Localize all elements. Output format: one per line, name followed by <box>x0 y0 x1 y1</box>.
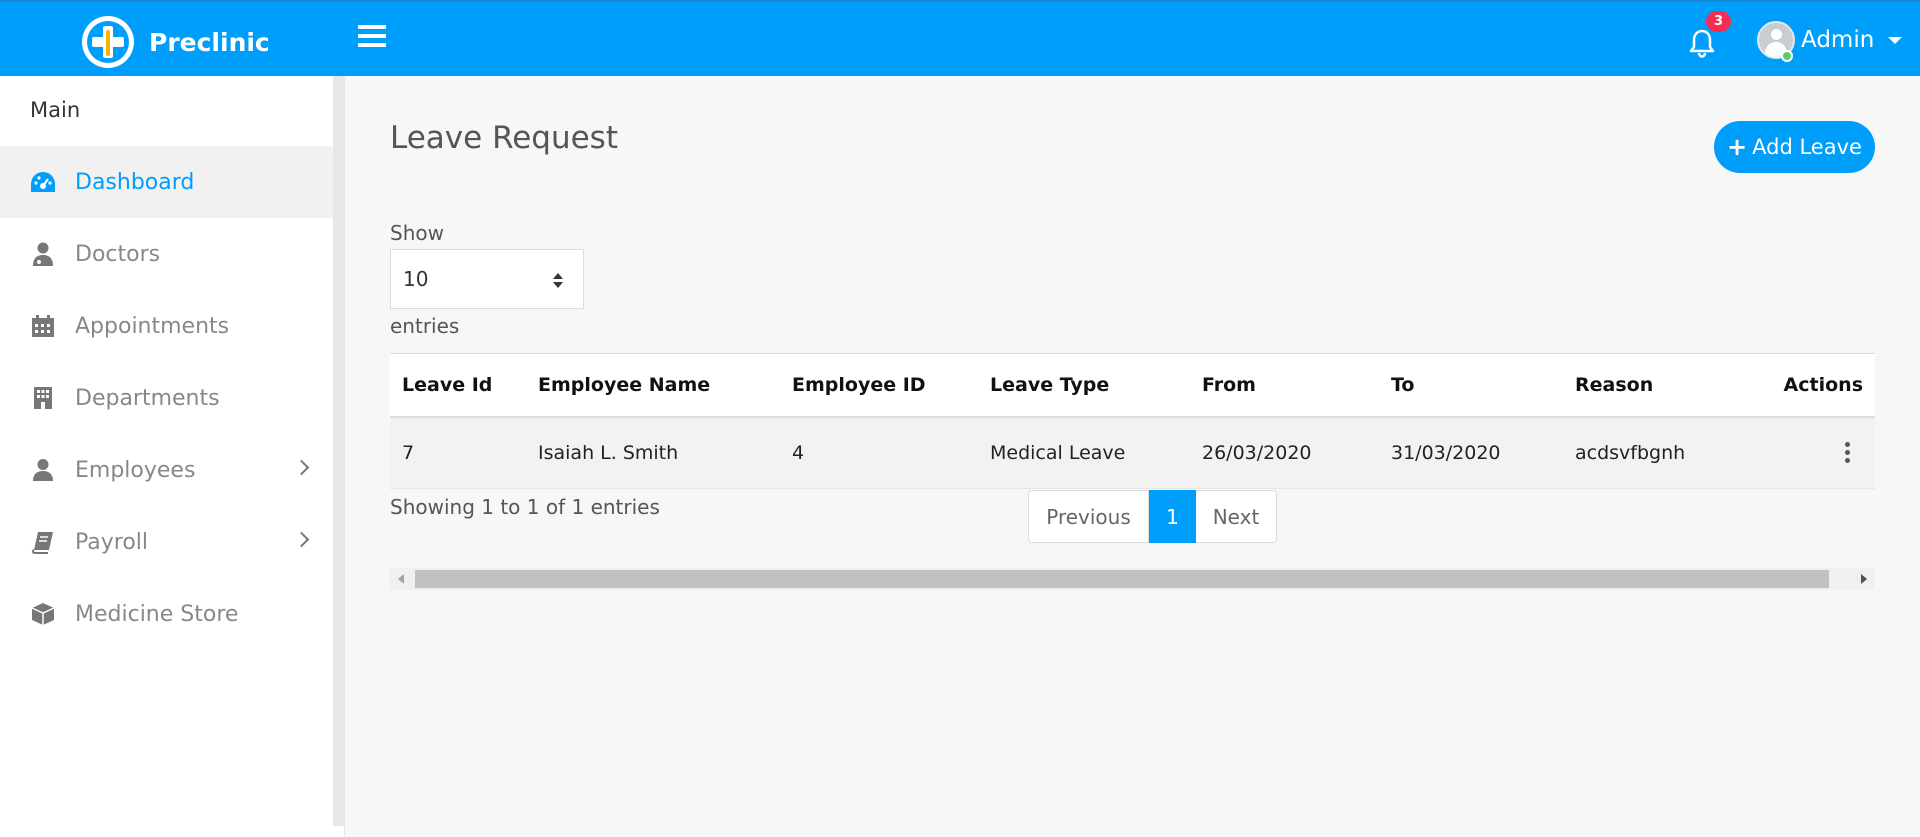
cell-employee-name: Isaiah L. Smith <box>526 416 780 489</box>
column-header[interactable]: Employee ID <box>780 353 978 418</box>
cell-reason: acdsvfbgnh <box>1563 416 1753 489</box>
column-header[interactable]: To <box>1379 353 1563 418</box>
chevron-right-icon <box>293 459 310 476</box>
cell-from: 26/03/2020 <box>1190 416 1379 489</box>
bell-icon[interactable] <box>1688 28 1716 58</box>
sidebar-item-label: Payroll <box>75 529 149 555</box>
cell-to: 31/03/2020 <box>1379 416 1563 489</box>
sidebar-item-label: Employees <box>75 457 196 483</box>
sidebar-item-label: Dashboard <box>75 169 195 195</box>
cell-actions <box>1753 416 1875 489</box>
page-1-button[interactable]: 1 <box>1149 490 1196 543</box>
column-header[interactable]: From <box>1190 353 1379 418</box>
show-label: Show <box>390 221 444 245</box>
dashboard-icon <box>30 169 56 195</box>
previous-page-button[interactable]: Previous <box>1028 490 1149 543</box>
column-header: Actions <box>1753 353 1875 418</box>
column-header[interactable]: Leave Id <box>390 353 526 418</box>
book-icon <box>30 529 56 555</box>
caret-down-icon <box>1888 36 1903 44</box>
online-status-dot <box>1781 50 1793 62</box>
user-name: Admin <box>1801 27 1875 53</box>
menu-toggle-icon[interactable] <box>358 25 386 51</box>
pagination: Previous 1 Next <box>1028 490 1277 543</box>
sidebar-item-employees[interactable]: Employees <box>0 434 333 506</box>
notification-badge: 3 <box>1706 11 1731 32</box>
sidebar-item-doctors[interactable]: Doctors <box>0 218 333 290</box>
sidebar: Main Dashboard Doctors Appointments Depa… <box>0 76 345 837</box>
calendar-icon <box>30 313 56 339</box>
top-header: Preclinic 3 Admin <box>0 0 1920 76</box>
column-header[interactable]: Reason <box>1563 353 1753 418</box>
cell-leave-id: 7 <box>390 416 526 489</box>
plus-icon: + <box>1727 133 1748 161</box>
add-leave-label: Add Leave <box>1752 135 1862 159</box>
cube-icon <box>30 601 56 627</box>
sidebar-item-departments[interactable]: Departments <box>0 362 333 434</box>
entries-label: entries <box>390 314 460 338</box>
more-vertical-icon[interactable] <box>1837 439 1857 467</box>
scroll-right-icon[interactable] <box>1861 574 1867 584</box>
sort-down-icon <box>553 282 563 288</box>
sidebar-item-label: Departments <box>75 385 220 411</box>
column-header[interactable]: Leave Type <box>978 353 1190 418</box>
sidebar-item-payroll[interactable]: Payroll <box>0 506 333 578</box>
building-icon <box>30 385 56 411</box>
app-name: Preclinic <box>149 27 270 57</box>
user-menu[interactable]: Admin <box>1757 21 1903 59</box>
sidebar-title: Main <box>30 98 81 122</box>
page-size-select[interactable]: 10 <box>390 249 584 309</box>
sidebar-item-label: Medicine Store <box>75 601 239 627</box>
sidebar-item-label: Appointments <box>75 313 230 339</box>
sidebar-scrollbar[interactable] <box>333 76 344 826</box>
table-header-row: Leave Id Employee Name Employee ID Leave… <box>390 353 1875 418</box>
doctor-icon <box>30 241 56 267</box>
page-size-value: 10 <box>403 267 429 291</box>
sidebar-item-medicine-store[interactable]: Medicine Store <box>0 578 333 650</box>
sort-up-icon <box>553 273 563 279</box>
sidebar-menu: Dashboard Doctors Appointments Departmen… <box>0 146 333 650</box>
chevron-right-icon <box>293 531 310 548</box>
add-leave-button[interactable]: + Add Leave <box>1714 121 1875 173</box>
scroll-left-icon[interactable] <box>398 574 404 584</box>
horizontal-scrollbar[interactable] <box>390 568 1875 590</box>
app-logo[interactable]: Preclinic <box>82 16 270 68</box>
logo-icon <box>82 16 134 68</box>
leave-table: Leave Id Employee Name Employee ID Leave… <box>390 353 1875 489</box>
column-header[interactable]: Employee Name <box>526 353 780 418</box>
sidebar-item-label: Doctors <box>75 241 161 267</box>
scrollbar-thumb[interactable] <box>415 570 1829 588</box>
page-title: Leave Request <box>390 120 618 156</box>
table-row: 7 Isaiah L. Smith 4 Medical Leave 26/03/… <box>390 416 1875 489</box>
sidebar-item-dashboard[interactable]: Dashboard <box>0 146 333 218</box>
table-info: Showing 1 to 1 of 1 entries <box>390 495 660 519</box>
cell-employee-id: 4 <box>780 416 978 489</box>
next-page-button[interactable]: Next <box>1196 490 1277 543</box>
cell-leave-type: Medical Leave <box>978 416 1190 489</box>
sidebar-item-appointments[interactable]: Appointments <box>0 290 333 362</box>
user-icon <box>30 457 56 483</box>
